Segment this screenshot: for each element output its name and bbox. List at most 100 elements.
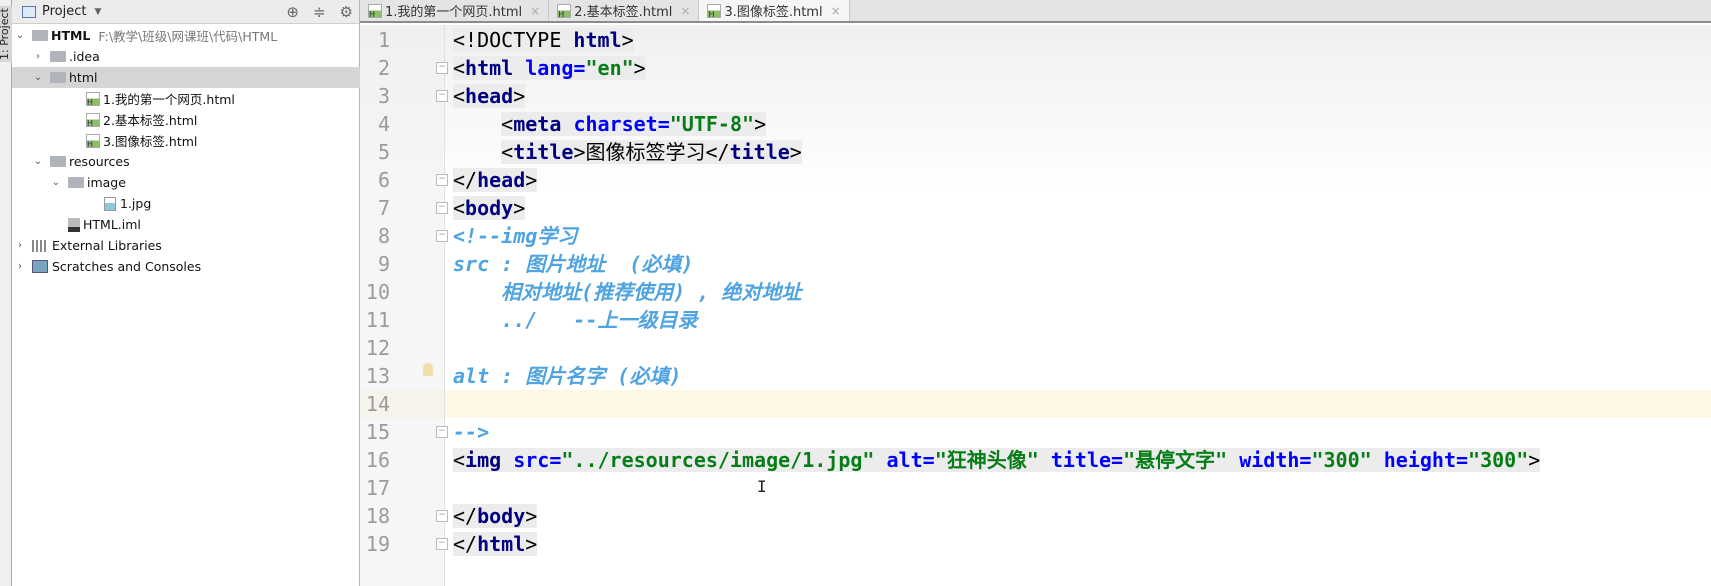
tree-item[interactable]: H 1.我的第一个网页.html (12, 88, 360, 109)
locate-icon[interactable]: ⊕ (286, 3, 299, 21)
code-line[interactable]: <title>图像标签学习</title> (360, 138, 1711, 166)
fold-marker-icon[interactable]: − (436, 174, 448, 186)
code-line[interactable]: <html lang="en"> (360, 54, 1711, 82)
chevron-down-icon[interactable]: ▼ (94, 7, 101, 17)
code-line[interactable]: <!--img学习 (360, 222, 1711, 250)
tab-1[interactable]: H 1.我的第一个网页.html × (360, 0, 550, 21)
chevron-down-icon[interactable]: ⌄ (32, 72, 44, 83)
tree-item[interactable]: ⌄ HTML F:\教学\班级\网课班\代码\HTML (12, 25, 360, 46)
code-token: "en" (585, 56, 634, 80)
tree-item-label: HTML.iml (83, 217, 141, 232)
tree-item[interactable]: › .idea (12, 46, 360, 67)
code-line[interactable]: 相对地址(推荐使用) , 绝对地址 (360, 278, 1711, 306)
code-line[interactable]: src : 图片地址 (必填) (360, 250, 1711, 278)
line-number: 7 (377, 196, 390, 220)
code-token: "狂神头像" (934, 448, 1039, 472)
fold-marker-icon[interactable]: − (436, 202, 448, 214)
tree-item[interactable]: H 3.图像标签.html (12, 130, 360, 151)
code-line[interactable] (360, 334, 1711, 362)
line-number: 5 (377, 140, 390, 164)
tree-item[interactable]: ⌄ image (12, 172, 360, 193)
code-token: head (465, 84, 514, 108)
chevron-down-icon[interactable]: ⌄ (50, 177, 62, 188)
code-line[interactable]: <img src="../resources/image/1.jpg" alt=… (360, 446, 1711, 474)
line-number: 4 (377, 112, 390, 136)
tree-item[interactable]: › Scratches and Consoles (12, 256, 360, 277)
close-icon[interactable]: × (680, 4, 690, 18)
tab-label: 2.基本标签.html (574, 5, 673, 20)
chevron-right-icon[interactable]: › (14, 261, 26, 272)
code-line[interactable]: </head> (360, 166, 1711, 194)
code-token: <!--img学习 (453, 224, 578, 248)
folder-icon (68, 177, 84, 188)
line-number: 2 (377, 56, 390, 80)
code-line-content: <meta charset="UTF-8"> (501, 112, 767, 136)
code-token: body (465, 196, 514, 220)
code-token: html (573, 28, 622, 52)
code-line[interactable] (360, 390, 1711, 418)
code-token: height= (1383, 448, 1469, 472)
line-number: 9 (377, 252, 390, 276)
code-line[interactable]: <body> (360, 194, 1711, 222)
tree-item[interactable]: 1.jpg (12, 193, 360, 214)
chevron-down-icon[interactable]: ⌄ (32, 156, 44, 167)
code-token: body (477, 504, 526, 528)
tree-item-label: 1.我的第一个网页.html (103, 92, 235, 107)
tab-2[interactable]: H 2.基本标签.html × (549, 0, 700, 21)
code-token: <!DOCTYPE (453, 28, 574, 52)
code-line[interactable]: alt : 图片名字 (必填) (360, 362, 1711, 390)
code-line[interactable]: </html> (360, 530, 1711, 558)
text-cursor-icon: I (757, 477, 767, 496)
collapse-all-icon[interactable]: ≑ (313, 3, 326, 21)
code-line[interactable]: <head> (360, 82, 1711, 110)
code-token: </ (453, 168, 478, 192)
code-token: html (465, 56, 514, 80)
tree-item-path: F:\教学\班级\网课班\代码\HTML (98, 29, 278, 44)
code-line-content: alt : 图片名字 (必填) (453, 364, 681, 388)
tree-item-label: External Libraries (52, 238, 162, 253)
fold-marker-icon[interactable]: − (436, 510, 448, 522)
line-number: 12 (365, 336, 390, 360)
code-line-content: <img src="../resources/image/1.jpg" alt=… (453, 448, 1541, 472)
gear-icon[interactable]: ⚙ (340, 3, 353, 21)
fold-marker-icon[interactable]: − (436, 426, 448, 438)
code-token: > (633, 56, 646, 80)
tree-item[interactable]: › External Libraries (12, 235, 360, 256)
chevron-down-icon[interactable]: ⌄ (14, 30, 26, 41)
fold-marker-icon[interactable]: − (436, 62, 448, 74)
folder-icon (50, 156, 66, 167)
code-token: title (513, 140, 574, 164)
html-file-icon: H (707, 3, 722, 18)
code-line[interactable]: --> (360, 418, 1711, 446)
tab-3[interactable]: H 3.图像标签.html × (699, 0, 850, 21)
close-icon[interactable]: × (530, 4, 540, 18)
fold-marker-icon[interactable]: − (436, 230, 448, 242)
chevron-right-icon[interactable]: › (32, 51, 44, 62)
code-line[interactable]: </body> (360, 502, 1711, 530)
code-line[interactable]: <meta charset="UTF-8"> (360, 110, 1711, 138)
code-line[interactable]: ../ --上一级目录 (360, 306, 1711, 334)
close-icon[interactable]: × (831, 4, 841, 18)
chevron-right-icon[interactable]: › (14, 240, 26, 251)
project-view-title[interactable]: Project (42, 4, 86, 19)
html-file-icon: H (86, 133, 100, 148)
code-token: meta (513, 112, 562, 136)
fold-marker-icon[interactable]: − (436, 90, 448, 102)
code-line-content: ../ --上一级目录 (501, 308, 697, 332)
code-editor[interactable]: 1 2−3−4 5 6−7−8−9 10 11 12 13 14 15−16 17 18−19− <!… (360, 25, 1711, 586)
code-line[interactable]: <!DOCTYPE html> (360, 26, 1711, 54)
code-line-content: </html> (453, 532, 538, 556)
tree-item[interactable]: ⌄ html (12, 67, 360, 88)
fold-marker-icon[interactable]: − (436, 538, 448, 550)
code-token: < (453, 448, 466, 472)
html-file-icon: H (86, 91, 100, 106)
tree-item[interactable]: ⌄ resources (12, 151, 360, 172)
code-line[interactable] (360, 474, 1711, 502)
tree-item[interactable]: HTML.iml (12, 214, 360, 235)
tree-item[interactable]: H 2.基本标签.html (12, 109, 360, 130)
iml-file-icon (68, 217, 80, 232)
editor-tabs: H 1.我的第一个网页.html × H 2.基本标签.html × H 3.图像标签.htm… (360, 0, 1711, 23)
